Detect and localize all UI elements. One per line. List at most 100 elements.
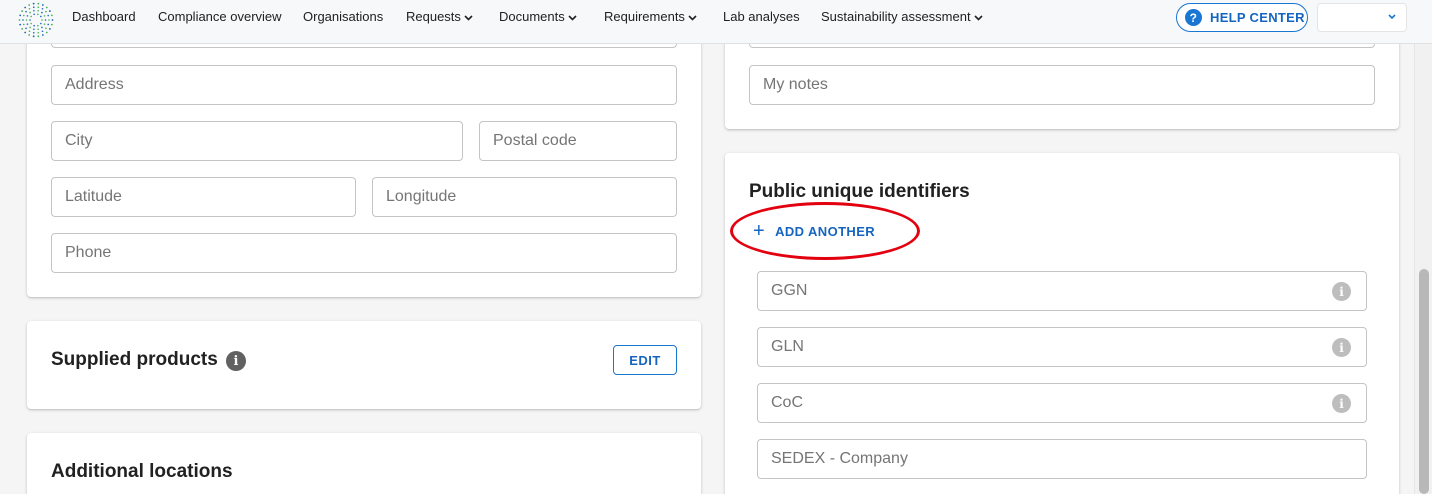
nav-requirements-label: Requirements — [604, 9, 685, 24]
postal-code-field[interactable]: Postal code — [479, 121, 677, 161]
logo-dot — [37, 24, 39, 27]
longitude-field[interactable]: Longitude — [372, 177, 677, 217]
logo-dot — [26, 23, 29, 25]
logo-dot — [19, 23, 22, 26]
ggn-field[interactable]: GGN i — [757, 271, 1367, 311]
logo-dot — [37, 32, 40, 34]
ggn-field-label: GGN — [771, 282, 808, 299]
nav-sustainability-assessment[interactable]: Sustainability assessment — [821, 0, 983, 34]
info-icon[interactable]: i — [226, 351, 246, 371]
chevron-down-icon — [464, 14, 473, 21]
add-another-label: ADD ANOTHER — [775, 223, 876, 239]
logo-dot — [40, 15, 42, 18]
info-icon[interactable]: i — [1332, 282, 1351, 301]
logo-dot — [45, 27, 47, 30]
logo-dot — [21, 28, 24, 30]
address-field-label: Address — [65, 76, 124, 93]
logo-dot — [25, 10, 27, 13]
logo-dot — [33, 28, 35, 31]
logo-dot — [30, 22, 32, 25]
logo-dot — [45, 10, 47, 13]
language-select[interactable] — [1317, 3, 1407, 32]
logo-dot — [48, 10, 51, 12]
logo-dot — [28, 34, 31, 36]
logo-dot — [50, 14, 53, 17]
logo-dot — [29, 11, 31, 14]
info-icon[interactable]: i — [1332, 394, 1351, 413]
nav-documents-label: Documents — [499, 9, 565, 24]
logo-dot — [45, 31, 48, 34]
logo-dot — [33, 13, 35, 16]
logo-dot — [37, 28, 39, 31]
sedex-company-field-label: SEDEX - Company — [771, 450, 908, 467]
logo-dot — [41, 7, 44, 10]
logo-dot — [28, 7, 31, 10]
logo-dot — [50, 23, 53, 26]
phone-field[interactable]: Phone — [51, 233, 677, 273]
nav-sustainability-assessment-label: Sustainability assessment — [821, 9, 971, 24]
add-another-identifier-button[interactable]: + ADD ANOTHER — [753, 220, 875, 242]
logo-dot — [32, 6, 35, 8]
logo-dot — [43, 23, 46, 25]
latitude-field[interactable]: Latitude — [51, 177, 356, 217]
help-center-label: HELP CENTER — [1210, 10, 1305, 25]
coc-field[interactable]: CoC i — [757, 383, 1367, 423]
my-notes-field[interactable]: My notes — [749, 65, 1375, 105]
nav-compliance-overview[interactable]: Compliance overview — [158, 0, 282, 34]
company-logo[interactable] — [17, 1, 55, 39]
sedex-company-field[interactable]: SEDEX - Company — [757, 439, 1367, 479]
nav-requests[interactable]: Requests — [406, 0, 473, 34]
logo-dot — [24, 31, 27, 34]
logo-dot — [48, 19, 50, 21]
nav-lab-analyses[interactable]: Lab analyses — [723, 0, 800, 34]
supplied-products-title: Supplied products — [51, 349, 218, 370]
nav-organisations[interactable]: Organisations — [303, 0, 383, 34]
logo-dot — [33, 24, 35, 27]
scrollbar-thumb[interactable] — [1419, 269, 1429, 494]
chevron-down-icon — [688, 14, 697, 21]
logo-dot — [24, 6, 27, 9]
logo-dot — [37, 13, 39, 16]
logo-dot — [22, 14, 25, 17]
logo-dot — [19, 14, 22, 17]
logo-dot — [18, 19, 21, 21]
edit-supplied-products-button[interactable]: EDIT — [613, 345, 677, 375]
logo-dot — [43, 15, 46, 17]
chevron-down-icon — [1388, 14, 1396, 20]
nav-dashboard[interactable]: Dashboard — [72, 0, 136, 34]
logo-dot — [41, 11, 43, 14]
help-circle-icon: ? — [1185, 9, 1202, 26]
logo-dot — [51, 19, 54, 21]
nav-requirements[interactable]: Requirements — [604, 0, 697, 34]
logo-dot — [41, 4, 44, 6]
logo-dot — [32, 32, 35, 34]
logo-dot — [37, 35, 40, 38]
chevron-down-icon — [974, 14, 983, 21]
logo-dot — [22, 19, 24, 21]
logo-dot — [48, 28, 51, 30]
help-center-button[interactable]: ? HELP CENTER — [1176, 3, 1308, 32]
logo-dot — [47, 23, 50, 26]
postal-code-field-label: Postal code — [493, 132, 577, 149]
logo-dot — [25, 19, 28, 21]
top-navigation-bar: Dashboard Compliance overview Organisati… — [0, 0, 1432, 44]
nav-lab-analyses-label: Lab analyses — [723, 9, 800, 24]
page-scrollbar[interactable] — [1414, 44, 1432, 494]
city-field[interactable]: City — [51, 121, 463, 161]
logo-dot — [33, 9, 35, 12]
logo-dot — [41, 30, 44, 33]
logo-dot — [37, 6, 40, 8]
logo-dot — [41, 26, 43, 29]
logo-dot — [37, 9, 39, 12]
my-notes-field-label: My notes — [763, 76, 828, 93]
logo-dot — [47, 14, 50, 17]
additional-locations-title: Additional locations — [51, 461, 233, 482]
logo-dot — [32, 2, 35, 5]
gln-field[interactable]: GLN i — [757, 327, 1367, 367]
address-field[interactable]: Address — [51, 65, 677, 105]
nav-documents[interactable]: Documents — [499, 0, 577, 34]
longitude-field-label: Longitude — [386, 188, 457, 205]
logo-dot — [32, 35, 35, 38]
logo-dot — [28, 30, 31, 33]
info-icon[interactable]: i — [1332, 338, 1351, 357]
